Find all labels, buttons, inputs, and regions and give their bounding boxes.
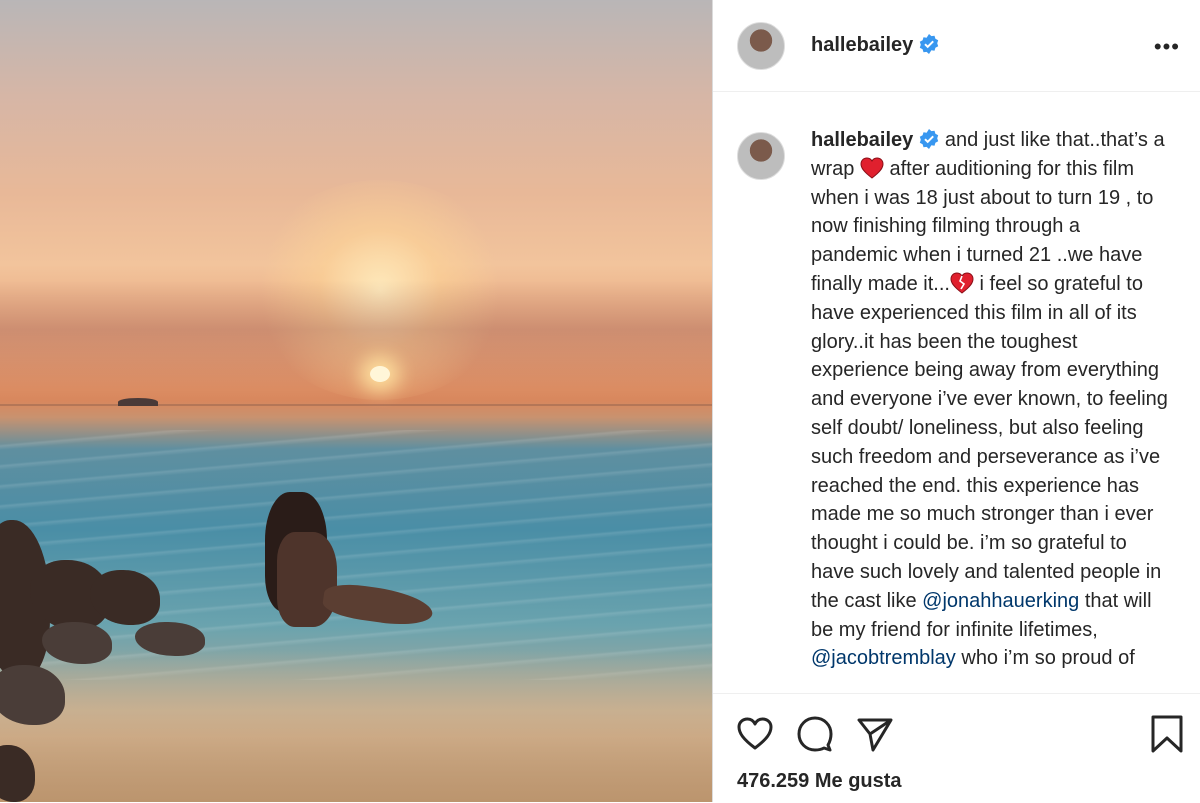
bookmark-icon[interactable] — [1147, 714, 1187, 754]
horizon-line — [0, 404, 712, 406]
avatar[interactable] — [737, 21, 785, 70]
caption-avatar[interactable] — [737, 132, 785, 180]
caption-text-segment: who i’m so proud of — [955, 647, 1135, 670]
post-header: hallebailey ••• — [713, 0, 1200, 92]
post-caption: hallebailey and just like that..that’s a… — [737, 126, 1178, 692]
more-options-icon[interactable]: ••• — [1154, 34, 1180, 60]
instagram-post-view: hallebailey ••• hallebailey and just lik… — [0, 0, 1200, 803]
verified-badge-icon — [920, 129, 939, 149]
verified-badge-icon — [920, 34, 939, 54]
woman-silhouette — [265, 492, 435, 642]
post-actions-bar: 476.259 Me gusta — [713, 693, 1200, 803]
distant-island — [118, 398, 158, 406]
username-link[interactable]: hallebailey — [811, 34, 939, 57]
sun — [370, 366, 390, 382]
post-side-panel: hallebailey ••• hallebailey and just lik… — [712, 0, 1200, 803]
heart-outline-icon[interactable] — [735, 714, 775, 754]
broken-heart-emoji-icon — [950, 272, 974, 295]
shoreline — [0, 650, 712, 802]
mention-link[interactable]: @jacobtremblay — [811, 647, 956, 669]
caption-text-segment: i feel so grateful to have experienced t… — [811, 272, 1168, 612]
comment-icon[interactable] — [795, 714, 835, 754]
heart-emoji-icon — [860, 157, 884, 180]
paper-plane-icon[interactable] — [855, 714, 895, 754]
caption-username[interactable]: hallebailey — [811, 129, 913, 151]
mention-link[interactable]: @jonahhauerking — [922, 590, 1079, 612]
caption-text: hallebailey and just like that..that’s a… — [811, 126, 1171, 692]
post-photo[interactable] — [0, 0, 712, 802]
cloud-band — [0, 280, 712, 390]
likes-count[interactable]: 476.259 Me gusta — [737, 770, 902, 793]
